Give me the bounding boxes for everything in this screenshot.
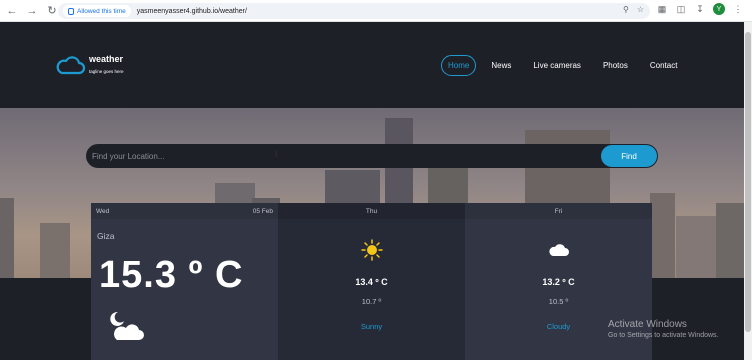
browser-toolbar: ← → ↻ Allowed this time yasmeenyasser4.g… (0, 0, 752, 22)
today-header: Wed 05 Feb (91, 203, 278, 219)
current-temperature: 15.3 º C (99, 254, 244, 296)
sun-icon (360, 239, 383, 261)
forward-icon[interactable]: → (24, 3, 40, 19)
day-name: Thu (365, 207, 378, 215)
site-header: weather tagline goes here Home News Live… (0, 22, 744, 108)
profile-avatar[interactable]: Y (713, 3, 725, 15)
reading-list-icon[interactable]: ▦ (656, 3, 668, 15)
today-day: Wed (96, 207, 110, 215)
day-header: Fri (465, 203, 652, 219)
watermark-title: Activate Windows (608, 319, 687, 330)
text-cursor-icon: I (275, 149, 278, 159)
page-scrollbar[interactable] (744, 22, 752, 360)
location-icon[interactable]: ⚲ (623, 5, 629, 14)
forecast-today-card: Wed 05 Feb Giza 15.3 º C (91, 203, 278, 360)
address-bar[interactable]: Allowed this time yasmeenyasser4.github.… (58, 3, 650, 19)
cloud-logo-icon (56, 56, 86, 75)
bookmark-star-icon[interactable]: ☆ (637, 5, 644, 14)
nav-contact[interactable]: Contact (643, 55, 685, 76)
site-logo[interactable]: weather tagline goes here (54, 53, 124, 77)
today-date: 05 Feb (252, 207, 273, 215)
day-header: Thu (278, 203, 465, 219)
scrollbar-thumb[interactable] (745, 32, 751, 332)
cloud-icon (548, 244, 569, 256)
forecast-day-card: Thu 13.4 º C 10.7 º Sunny (278, 203, 465, 360)
find-button[interactable]: Find (601, 145, 657, 167)
max-temperature: 13.2 º C (542, 277, 575, 287)
weather-condition: Sunny (360, 322, 383, 331)
windows-activation-watermark: Activate Windows Go to Settings to activ… (608, 319, 719, 339)
nav-live-cameras[interactable]: Live cameras (526, 55, 588, 76)
nav-news[interactable]: News (484, 55, 518, 76)
logo-title: weather (89, 54, 124, 64)
main-nav: Home News Live cameras Photos Contact (441, 55, 692, 76)
extensions-icon[interactable]: ◫ (675, 3, 687, 15)
site-info-icon (68, 7, 74, 15)
download-icon[interactable]: ↧ (694, 3, 706, 15)
logo-tagline: tagline goes here (89, 69, 124, 74)
location-name: Giza (97, 231, 115, 241)
location-search-input[interactable] (92, 150, 572, 162)
weather-condition: Cloudy (546, 322, 571, 331)
back-icon[interactable]: ← (4, 3, 20, 19)
max-temperature: 13.4 º C (355, 277, 388, 287)
night-cloud-icon (105, 309, 145, 343)
nav-photos[interactable]: Photos (596, 55, 635, 76)
nav-home[interactable]: Home (441, 55, 477, 76)
min-temperature: 10.7 º (361, 297, 382, 306)
day-name: Fri (554, 207, 563, 215)
min-temperature: 10.5 º (548, 297, 569, 306)
menu-kebab-icon[interactable]: ⋮ (732, 3, 744, 15)
url-text: yasmeenyasser4.github.io/weather/ (136, 7, 247, 15)
forecast-table: Wed 05 Feb Giza 15.3 º C Thu 13.4 º C 10… (91, 203, 652, 360)
watermark-subtitle: Go to Settings to activate Windows. (608, 332, 719, 339)
site-permission-chip[interactable]: Allowed this time (63, 5, 131, 17)
